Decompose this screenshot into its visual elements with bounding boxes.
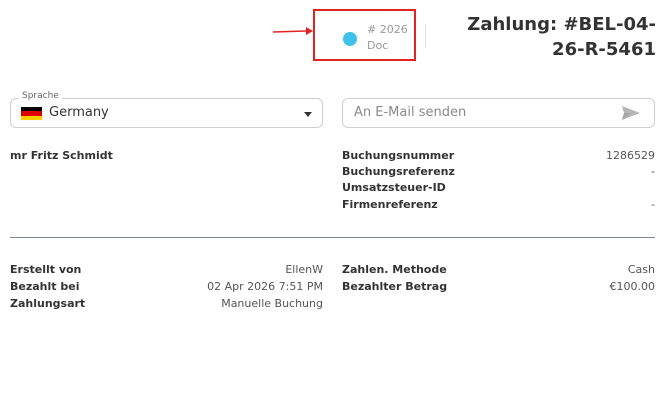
status-dot-icon: [343, 32, 357, 46]
paid-at-value: 02 Apr 2026 7:51 PM: [207, 280, 323, 293]
booking-number-value: 1286529: [606, 149, 655, 162]
email-input[interactable]: An E-Mail senden: [342, 98, 655, 128]
document-badge[interactable]: # 2026 Doc: [313, 9, 416, 61]
language-select-value: Germany: [49, 105, 109, 120]
created-by-label: Erstellt von: [10, 263, 82, 276]
payment-type-label: Zahlungsart: [10, 297, 86, 310]
booking-reference-label: Buchungsreferenz: [342, 165, 455, 178]
payment-method-label: Zahlen. Methode: [342, 263, 447, 276]
annotation-arrow-icon: [272, 27, 313, 35]
booking-number-label: Buchungsnummer: [342, 149, 455, 162]
paid-amount-value: €100.00: [609, 280, 656, 293]
created-by-value: EllenW: [285, 263, 323, 276]
language-select-label: Sprache: [19, 91, 62, 101]
booking-reference-value: -: [651, 165, 655, 178]
vat-id-label: Umsatzsteuer-ID: [342, 181, 446, 194]
paid-at-label: Bezahlt bei: [10, 280, 80, 293]
document-type: Doc: [367, 39, 389, 52]
document-number: # 2026: [367, 23, 408, 36]
customer-name: mr Fritz Schmidt: [10, 149, 113, 162]
chevron-down-icon: [304, 112, 312, 117]
page-title: Zahlung: #BEL-04-26-R-5461: [467, 14, 656, 60]
company-reference-label: Firmenreferenz: [342, 198, 438, 211]
company-reference-value: -: [651, 198, 655, 211]
divider: [425, 24, 426, 48]
section-divider: [10, 237, 655, 238]
send-icon[interactable]: [622, 106, 640, 120]
language-select[interactable]: Sprache Germany: [10, 91, 323, 128]
payment-method-value: Cash: [627, 263, 655, 276]
email-input-placeholder: An E-Mail senden: [354, 105, 467, 120]
paid-amount-label: Bezahlter Betrag: [342, 280, 448, 293]
payment-type-value: Manuelle Buchung: [221, 297, 323, 310]
germany-flag-icon: [21, 107, 42, 120]
